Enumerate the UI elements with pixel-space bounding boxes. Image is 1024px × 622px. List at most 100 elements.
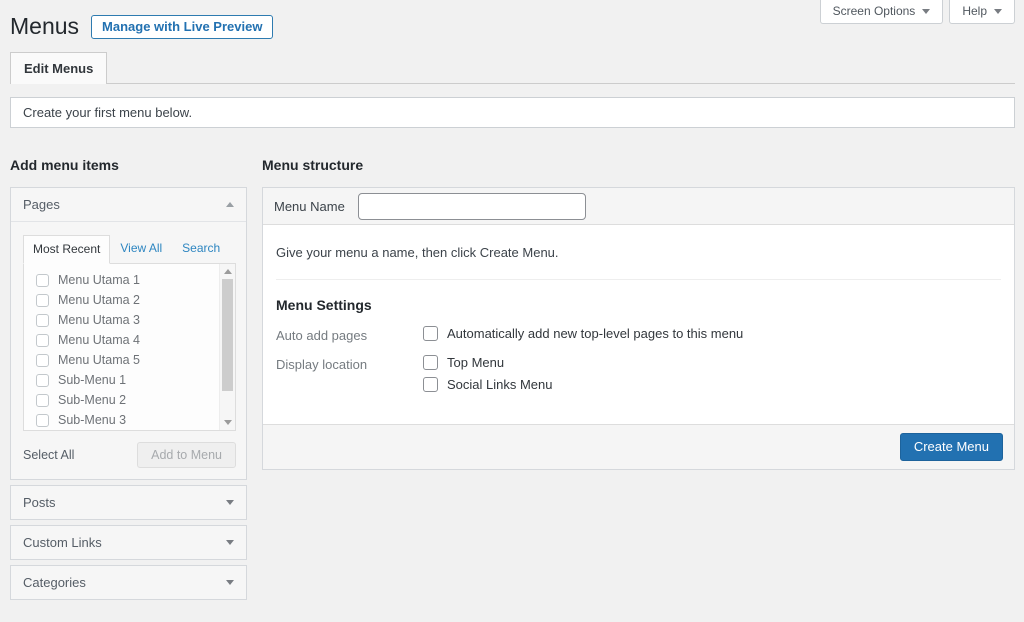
collapsed-accordions: Posts Custom Links Categorie xyxy=(10,485,247,600)
page-item-checkbox[interactable] xyxy=(36,314,49,327)
page-item-label: Menu Utama 1 xyxy=(58,273,140,287)
page-list-item: Menu Utama 1 xyxy=(36,270,235,290)
pages-accordion-body: Most Recent View All Search Menu Utama 1 xyxy=(11,222,246,479)
location-checkbox-row: Top Menu xyxy=(423,355,553,370)
divider xyxy=(276,279,1001,280)
menu-structure-panel: Menu Name Give your menu a name, then cl… xyxy=(262,187,1015,470)
location-checkbox[interactable] xyxy=(423,355,438,370)
page-list-item: Sub-Menu 2 xyxy=(36,390,235,410)
page-list-item: Sub-Menu 1 xyxy=(36,370,235,390)
auto-add-checkbox-label: Automatically add new top-level pages to… xyxy=(447,326,743,341)
manage-live-preview-button[interactable]: Manage with Live Preview xyxy=(91,15,273,39)
page-list-item: Sub-Menu 3 xyxy=(36,410,235,430)
pages-checklist: Menu Utama 1 Menu Utama 2 Me xyxy=(24,264,235,430)
page-item-checkbox[interactable] xyxy=(36,374,49,387)
chevron-down-icon xyxy=(994,9,1002,14)
page-item-checkbox[interactable] xyxy=(36,414,49,427)
add-menu-items-heading: Add menu items xyxy=(10,157,247,173)
auto-add-pages-field: Automatically add new top-level pages to… xyxy=(423,326,743,348)
columns: Add menu items Pages Most Recent View Al… xyxy=(10,157,1015,605)
pages-accordion-title: Pages xyxy=(23,197,60,212)
page-item-label: Menu Utama 2 xyxy=(58,293,140,307)
tab-edit-menus[interactable]: Edit Menus xyxy=(10,52,107,84)
menu-instruction: Give your menu a name, then click Create… xyxy=(276,245,1001,260)
tab-search[interactable]: Search xyxy=(172,234,230,263)
accordion-section-header[interactable]: Categories xyxy=(11,566,246,599)
location-checkbox-row: Social Links Menu xyxy=(423,377,553,392)
accordion-section: Categories xyxy=(10,565,247,600)
notice-banner: Create your first menu below. xyxy=(10,97,1015,128)
screen-meta: Screen Options Help xyxy=(820,0,1015,24)
page-item-label: Menu Utama 3 xyxy=(58,313,140,327)
menu-structure-body: Give your menu a name, then click Create… xyxy=(263,225,1014,424)
chevron-up-icon xyxy=(226,202,234,207)
auto-add-pages-checkbox[interactable] xyxy=(423,326,438,341)
menu-structure-footer: Create Menu xyxy=(263,424,1014,469)
help-button[interactable]: Help xyxy=(949,0,1015,24)
page-item-label: Sub-Menu 1 xyxy=(58,373,126,387)
scrollbar-thumb[interactable] xyxy=(222,279,233,391)
chevron-down-icon xyxy=(226,540,234,545)
accordion-section: Custom Links xyxy=(10,525,247,560)
page-item-checkbox[interactable] xyxy=(36,354,49,367)
chevron-down-icon xyxy=(226,580,234,585)
auto-add-checkbox-row: Automatically add new top-level pages to… xyxy=(423,326,743,341)
menu-name-input[interactable] xyxy=(358,193,586,220)
accordion-section-header[interactable]: Custom Links xyxy=(11,526,246,559)
notice-text: Create your first menu below. xyxy=(23,105,192,120)
page-title: Menus xyxy=(10,12,79,41)
add-menu-items-column: Add menu items Pages Most Recent View Al… xyxy=(10,157,247,605)
page-item-label: Menu Utama 4 xyxy=(58,333,140,347)
display-location-row: Display location Top Menu xyxy=(276,355,1001,399)
auto-add-pages-row: Auto add pages Automatically add new top… xyxy=(276,326,1001,348)
menu-name-bar: Menu Name xyxy=(263,188,1014,225)
display-location-label: Display location xyxy=(276,355,423,399)
checklist-scrollbar[interactable] xyxy=(219,264,235,430)
add-to-menu-button[interactable]: Add to Menu xyxy=(137,442,236,468)
page-wrap: Screen Options Help Menus Manage with Li… xyxy=(0,0,1024,605)
location-label: Social Links Menu xyxy=(447,377,553,392)
create-menu-button[interactable]: Create Menu xyxy=(900,433,1003,461)
select-all-link[interactable]: Select All xyxy=(23,448,74,462)
scroll-down-arrow-icon[interactable] xyxy=(220,415,235,430)
menu-structure-column: Menu structure Menu Name Give your menu … xyxy=(262,157,1015,605)
page-item-label: Sub-Menu 3 xyxy=(58,413,126,427)
chevron-down-icon xyxy=(226,500,234,505)
page-item-checkbox[interactable] xyxy=(36,334,49,347)
menu-settings-heading: Menu Settings xyxy=(276,297,1001,313)
page-item-label: Sub-Menu 2 xyxy=(58,393,126,407)
accordion-section-title: Custom Links xyxy=(23,535,102,550)
accordion-section-title: Posts xyxy=(23,495,56,510)
location-checkbox[interactable] xyxy=(423,377,438,392)
chevron-down-icon xyxy=(922,9,930,14)
pages-accordion: Pages Most Recent View All Search xyxy=(10,187,247,480)
pages-button-controls: Select All Add to Menu xyxy=(23,442,236,468)
menu-structure-heading: Menu structure xyxy=(262,157,1015,173)
accordion-section-header[interactable]: Posts xyxy=(11,486,246,519)
pages-accordion-header[interactable]: Pages xyxy=(11,188,246,222)
menu-settings-table: Auto add pages Automatically add new top… xyxy=(276,326,1001,399)
tab-view-all[interactable]: View All xyxy=(110,234,172,263)
pages-tabs: Most Recent View All Search xyxy=(23,234,236,263)
page-list-item: Menu Utama 5 xyxy=(36,350,235,370)
page-item-checkbox[interactable] xyxy=(36,274,49,287)
screen-options-label: Screen Options xyxy=(833,4,916,18)
nav-tab-wrapper: Edit Menus xyxy=(10,51,1015,84)
scroll-up-arrow-icon[interactable] xyxy=(220,264,235,279)
page-item-checkbox[interactable] xyxy=(36,294,49,307)
accordion-section-title: Categories xyxy=(23,575,86,590)
page-list-item: Menu Utama 3 xyxy=(36,310,235,330)
page-list-item: Menu Utama 2 xyxy=(36,290,235,310)
display-location-field: Top Menu Social Links Menu xyxy=(423,355,553,399)
location-label: Top Menu xyxy=(447,355,504,370)
page-list-item: Menu Utama 4 xyxy=(36,330,235,350)
page-item-checkbox[interactable] xyxy=(36,394,49,407)
auto-add-pages-label: Auto add pages xyxy=(276,326,423,348)
accordion-section: Posts xyxy=(10,485,247,520)
pages-checklist-panel: Menu Utama 1 Menu Utama 2 Me xyxy=(23,263,236,431)
tab-most-recent[interactable]: Most Recent xyxy=(23,235,110,264)
screen-options-button[interactable]: Screen Options xyxy=(820,0,944,24)
help-label: Help xyxy=(962,4,987,18)
page-item-label: Menu Utama 5 xyxy=(58,353,140,367)
menu-name-label: Menu Name xyxy=(274,199,345,214)
